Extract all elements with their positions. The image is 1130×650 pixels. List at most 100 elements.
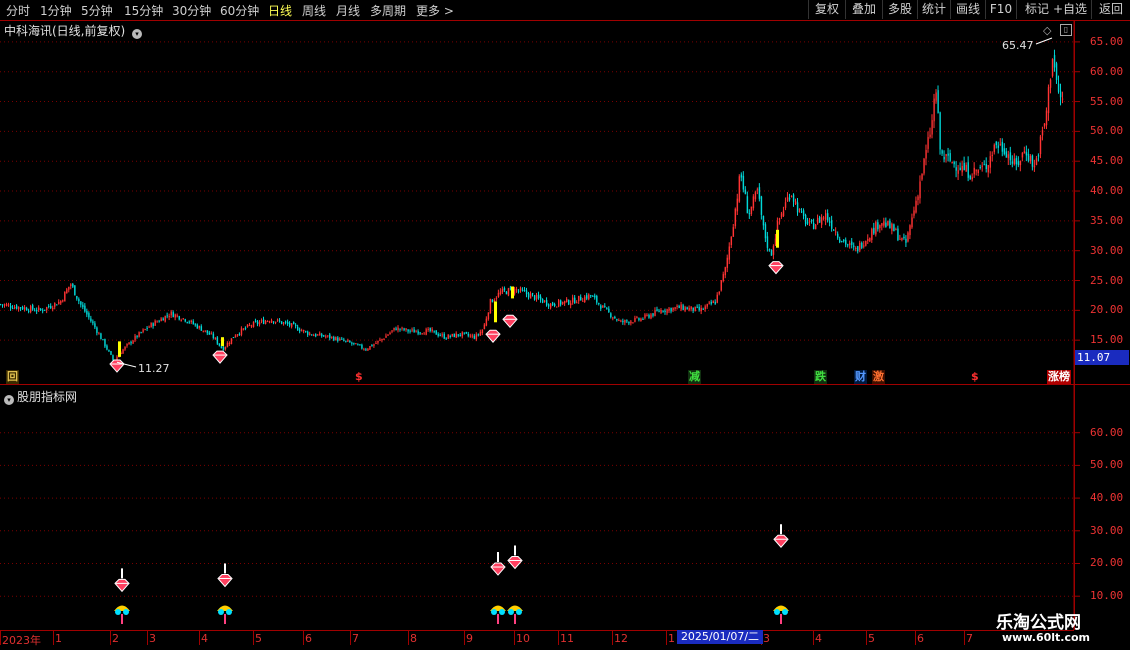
date-tick [53, 631, 54, 645]
candle-up-body [431, 329, 433, 332]
indicator-title: ▾ 股朋指标网 [4, 388, 77, 405]
stock-title: 中科海讯(日线,前复权) ▾ [4, 22, 143, 39]
candle-down-body [812, 222, 815, 230]
candle-down-body [473, 335, 476, 339]
candle-down-body [200, 326, 203, 331]
candle-up-body [264, 320, 267, 325]
candle-down-body [220, 346, 223, 349]
candle-down-body [877, 222, 879, 230]
candle-up-body [887, 221, 889, 226]
candle-up-body [786, 196, 789, 202]
candle-down-body [409, 330, 411, 332]
candle-up-body [913, 210, 915, 216]
umbrella-icon-stem [497, 614, 499, 624]
candle-down-body [178, 316, 180, 320]
date-tick [0, 631, 1, 645]
marker-dollar-1[interactable]: $ [354, 370, 364, 384]
candle-down-body [527, 293, 530, 298]
candle-up-body [965, 164, 967, 172]
candle-down-body [517, 290, 520, 292]
candle-up-body [722, 274, 725, 281]
marker-die[interactable]: 跌 [814, 370, 827, 384]
candle-up-body [875, 221, 877, 235]
candle-down-body [172, 312, 174, 318]
y-tick-label: 30.00 [1090, 243, 1124, 257]
candle-up-body [138, 332, 140, 337]
candle-up-body [798, 209, 801, 211]
candle-up-body [30, 306, 32, 312]
candle-down-body [216, 337, 219, 344]
candle-down-body [533, 295, 536, 300]
y-tick-label: 40.00 [1090, 184, 1124, 198]
marker-dollar-2[interactable]: $ [970, 370, 980, 384]
date-tick [110, 631, 111, 645]
candle-down-body [419, 332, 421, 334]
umbrella-icon-petal [782, 609, 788, 615]
candle-down-body [525, 290, 528, 295]
candle-down-body [351, 342, 353, 344]
stock-title-label: 中科海讯(日线,前复权) [4, 24, 126, 38]
candle-down-body [796, 202, 799, 213]
candle-down-body [48, 305, 50, 307]
candle-down-body [286, 321, 289, 324]
candle-up-body [124, 346, 126, 350]
candle-up-body [479, 331, 482, 336]
candle-down-body [841, 241, 843, 243]
candle-up-body [260, 320, 263, 322]
date-label: 7 [352, 632, 359, 645]
candle-up-body [487, 312, 490, 320]
candle-up-body [814, 224, 817, 230]
candle-down-body [893, 224, 895, 232]
chevron-down-icon[interactable]: ▾ [4, 395, 14, 405]
candle-up-body [736, 198, 739, 212]
date-label: 4 [201, 632, 208, 645]
window-toggle-icon[interactable]: ▯ [1060, 24, 1072, 36]
watermark-url: www.60lt.com [1002, 631, 1091, 644]
candle-down-body [305, 331, 307, 333]
candle-up-body [226, 342, 229, 348]
candle-up-body [266, 320, 269, 322]
candle-up-body [557, 300, 560, 307]
candle-down-body [843, 239, 845, 242]
candle-down-body [937, 90, 939, 113]
indicator-diamond-icon [507, 555, 523, 570]
kline-chart[interactable] [0, 0, 1130, 650]
indicator-y-tick-label: 40.00 [1090, 491, 1124, 505]
candle-down-body [467, 333, 470, 336]
candle-up-body [756, 189, 759, 191]
candle-down-body [857, 246, 859, 252]
candle-down-body [648, 315, 650, 318]
price-axis [1074, 20, 1130, 630]
marker-jian[interactable]: 减 [688, 370, 701, 384]
candle-up-body [182, 318, 184, 320]
marker-zhangbang[interactable]: 涨榜 [1047, 370, 1071, 384]
candle-down-body [307, 331, 309, 335]
candle-down-body [590, 295, 592, 297]
candle-up-body [927, 137, 929, 149]
candle-down-body [74, 285, 76, 296]
candle-up-body [58, 301, 60, 305]
diamond-icon[interactable]: ◇ [1043, 24, 1051, 37]
candle-up-body [144, 329, 146, 331]
candle-down-body [94, 323, 96, 328]
marker-ji[interactable]: 激 [872, 370, 885, 384]
candle-down-body [293, 322, 295, 325]
candle-up-body [901, 237, 903, 240]
candle-up-body [660, 309, 662, 313]
marker-hui[interactable]: 回 [6, 370, 19, 384]
candle-down-body [802, 210, 805, 216]
candle-down-body [449, 335, 451, 337]
candle-down-body [662, 311, 664, 313]
candle-up-body [54, 302, 56, 307]
candle-up-body [1013, 158, 1016, 165]
marker-cai[interactable]: 财 [854, 370, 867, 384]
candle-up-body [46, 307, 48, 311]
candle-down-body [254, 320, 257, 323]
chevron-down-icon[interactable]: ▾ [132, 29, 143, 39]
candle-up-body [529, 293, 532, 299]
candle-up-body [1051, 59, 1054, 77]
candle-up-body [154, 320, 156, 326]
candle-up-body [495, 298, 498, 300]
candle-down-body [32, 305, 34, 310]
candle-up-body [933, 98, 935, 122]
